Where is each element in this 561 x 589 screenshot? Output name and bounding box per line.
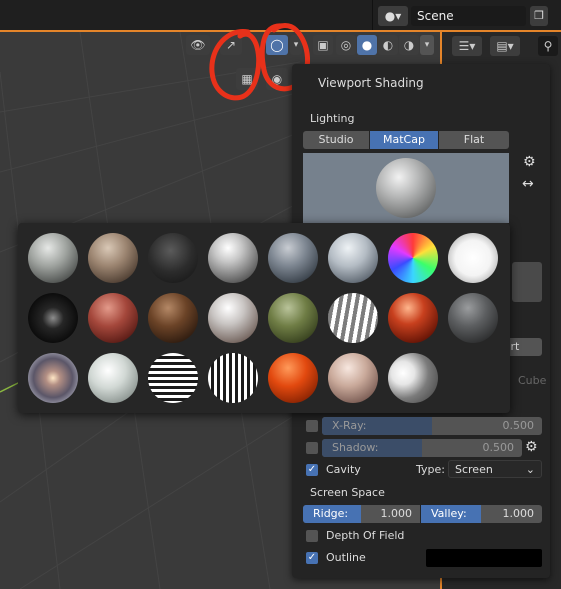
search-icon[interactable]: ⚲ bbox=[538, 36, 558, 56]
xray-label: X-Ray: bbox=[332, 419, 367, 432]
ridge-label: Ridge: bbox=[313, 507, 349, 520]
matcap-item[interactable] bbox=[28, 293, 78, 343]
matcap-item[interactable] bbox=[88, 293, 138, 343]
resize-icon[interactable]: ↔ bbox=[522, 176, 534, 192]
screen-space-label: Screen Space bbox=[310, 486, 385, 499]
shadow-label: Shadow: bbox=[332, 441, 379, 454]
matcap-item[interactable] bbox=[328, 233, 378, 283]
outliner-icon[interactable]: ☰▾ bbox=[452, 36, 482, 56]
cavity-checkbox[interactable]: ✓ bbox=[306, 464, 318, 476]
display-mode-icon[interactable]: ▤▾ bbox=[490, 36, 520, 56]
cavity-type-value: Screen bbox=[455, 463, 493, 476]
bg-panel-button bbox=[512, 262, 542, 302]
matcap-item[interactable] bbox=[268, 233, 318, 283]
matcap-item[interactable] bbox=[28, 353, 78, 403]
matcap-item[interactable] bbox=[328, 353, 378, 403]
valley-slider[interactable]: Valley: 1.000 bbox=[421, 505, 542, 523]
matcap-item[interactable] bbox=[28, 233, 78, 283]
matcap-item[interactable] bbox=[268, 293, 318, 343]
matcap-item[interactable] bbox=[208, 353, 258, 403]
matcap-item[interactable] bbox=[328, 293, 378, 343]
valley-label: Valley: bbox=[431, 507, 467, 520]
shadow-value: 0.500 bbox=[482, 441, 515, 454]
matcap-item[interactable] bbox=[448, 233, 498, 283]
matcap-item[interactable] bbox=[148, 293, 198, 343]
matcap-item[interactable] bbox=[148, 233, 198, 283]
shadow-checkbox[interactable] bbox=[306, 442, 318, 454]
matcap-item[interactable] bbox=[88, 353, 138, 403]
chevron-down-icon: ⌄ bbox=[525, 463, 535, 476]
lighting-label: Lighting bbox=[310, 112, 355, 125]
outline-label: Outline bbox=[326, 551, 366, 564]
lighting-matcap-tab[interactable]: MatCap bbox=[370, 131, 438, 149]
ridge-value: 1.000 bbox=[380, 507, 413, 520]
outline-color-swatch[interactable] bbox=[426, 549, 542, 567]
matcap-item[interactable] bbox=[208, 233, 258, 283]
popover-title: Viewport Shading bbox=[318, 76, 424, 90]
matcap-item[interactable] bbox=[208, 293, 258, 343]
shadow-slider[interactable]: Shadow: 0.500 bbox=[322, 439, 522, 457]
depth-of-field-checkbox[interactable] bbox=[306, 530, 318, 542]
solid-icon[interactable]: ● bbox=[357, 35, 377, 55]
scene-selector: ●▾ Scene ❐ bbox=[378, 6, 558, 26]
matcap-item[interactable] bbox=[388, 293, 438, 343]
matcap-item[interactable] bbox=[148, 353, 198, 403]
header-divider bbox=[372, 0, 373, 30]
matcap-preview-sphere bbox=[376, 158, 436, 218]
matcap-item[interactable] bbox=[388, 353, 438, 403]
gear-icon[interactable]: ⚙ bbox=[523, 154, 536, 170]
lighting-flat-tab[interactable]: Flat bbox=[439, 131, 509, 149]
cavity-label: Cavity bbox=[326, 463, 361, 476]
copy-scene-icon[interactable]: ❐ bbox=[530, 6, 548, 26]
shading-dropdown-icon[interactable]: ▾ bbox=[420, 35, 434, 55]
depth-of-field-label: Depth Of Field bbox=[326, 529, 405, 542]
lighting-studio-tab[interactable]: Studio bbox=[303, 131, 369, 149]
matcap-grid bbox=[18, 223, 510, 413]
rendered-icon[interactable]: ◑ bbox=[399, 35, 419, 55]
matcap-item[interactable] bbox=[268, 353, 318, 403]
ridge-slider[interactable]: Ridge: 1.000 bbox=[303, 505, 420, 523]
xray-checkbox[interactable] bbox=[306, 420, 318, 432]
bg-label-cube: Cube bbox=[518, 374, 547, 387]
cavity-type-label: Type: bbox=[416, 463, 445, 476]
shadow-settings-gear-icon[interactable]: ⚙ bbox=[525, 439, 538, 455]
wireframe-icon[interactable]: ◎ bbox=[336, 35, 356, 55]
matcap-item[interactable] bbox=[388, 233, 438, 283]
outline-checkbox[interactable]: ✓ bbox=[306, 552, 318, 564]
material-icon[interactable]: ◐ bbox=[378, 35, 398, 55]
valley-value: 1.000 bbox=[502, 507, 535, 520]
matcap-item[interactable] bbox=[448, 293, 498, 343]
scene-icon[interactable]: ●▾ bbox=[378, 6, 408, 26]
xray-slider[interactable]: X-Ray: 0.500 bbox=[322, 417, 542, 435]
cavity-type-dropdown[interactable]: Screen ⌄ bbox=[448, 460, 542, 478]
scene-name-field[interactable]: Scene bbox=[411, 6, 526, 26]
matcap-item[interactable] bbox=[88, 233, 138, 283]
xray-value: 0.500 bbox=[502, 419, 535, 432]
